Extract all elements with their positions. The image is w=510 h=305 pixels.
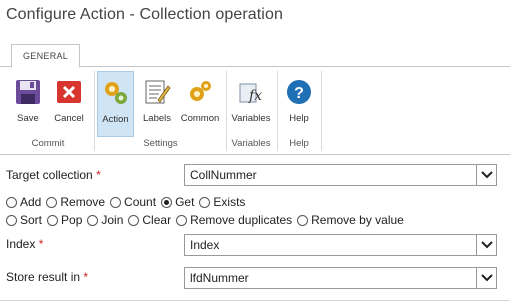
radio-remove[interactable]: Remove bbox=[46, 195, 105, 209]
help-label: Help bbox=[289, 113, 309, 124]
target-collection-value: CollNummer bbox=[190, 168, 257, 182]
store-result-label-text: Store result in bbox=[6, 270, 81, 284]
radio-label: Exists bbox=[213, 195, 246, 209]
group-divider bbox=[94, 71, 95, 151]
index-label: Index * bbox=[6, 237, 43, 251]
tab-general[interactable]: GENERAL bbox=[11, 44, 81, 68]
variables-label: Variables bbox=[231, 113, 271, 124]
radio-remove-by-value[interactable]: Remove by value bbox=[297, 213, 404, 227]
save-icon bbox=[13, 77, 43, 107]
radio-label: Sort bbox=[20, 213, 43, 227]
help-icon: ? bbox=[284, 77, 314, 107]
cancel-button[interactable]: Cancel bbox=[50, 71, 88, 137]
common-label: Common bbox=[180, 113, 220, 124]
target-collection-label-text: Target collection bbox=[6, 168, 93, 182]
store-result-label: Store result in * bbox=[6, 270, 88, 284]
index-label-text: Index bbox=[6, 237, 36, 251]
radio-dot bbox=[297, 214, 309, 226]
ribbon: Save Cancel Commit Action Labels Common … bbox=[0, 67, 510, 155]
radio-exists[interactable]: Exists bbox=[199, 195, 245, 209]
radio-label: Add bbox=[20, 195, 42, 209]
radio-label: Clear bbox=[142, 213, 172, 227]
index-value: Index bbox=[190, 238, 220, 252]
group-divider bbox=[226, 71, 227, 151]
svg-text:?: ? bbox=[294, 85, 304, 102]
divider bbox=[0, 300, 510, 301]
store-result-select[interactable]: lfdNummer bbox=[184, 267, 497, 289]
cancel-label: Cancel bbox=[54, 113, 84, 124]
required-mark: * bbox=[38, 237, 44, 251]
radio-label: Pop bbox=[61, 213, 83, 227]
target-collection-label: Target collection * bbox=[6, 168, 101, 182]
radio-dot bbox=[110, 196, 122, 208]
action-label: Action bbox=[102, 114, 129, 125]
labels-button[interactable]: Labels bbox=[139, 71, 175, 137]
svg-text:fx: fx bbox=[248, 88, 262, 104]
chevron-down-icon[interactable] bbox=[476, 268, 496, 288]
group-label-variables: Variables bbox=[231, 138, 271, 149]
radio-dot bbox=[128, 214, 140, 226]
group-label-help: Help bbox=[289, 138, 309, 149]
target-collection-select[interactable]: CollNummer bbox=[184, 164, 497, 186]
cancel-icon bbox=[54, 77, 84, 107]
radio-add[interactable]: Add bbox=[6, 195, 41, 209]
radio-dot bbox=[6, 214, 17, 226]
common-gears-icon bbox=[185, 77, 215, 107]
radio-dot bbox=[87, 214, 99, 226]
save-button[interactable]: Save bbox=[10, 71, 46, 137]
index-select[interactable]: Index bbox=[184, 234, 497, 256]
group-divider bbox=[321, 71, 322, 151]
operation-radio-group-row2: Sort Pop Join Clear Remove duplicates Re… bbox=[6, 213, 409, 227]
chevron-down-icon[interactable] bbox=[476, 235, 496, 255]
radio-clear[interactable]: Clear bbox=[128, 213, 171, 227]
radio-dot bbox=[6, 196, 17, 208]
tab-bar: GENERAL bbox=[0, 40, 510, 68]
group-label-commit: Commit bbox=[31, 138, 65, 149]
radio-dot bbox=[47, 214, 59, 226]
radio-count[interactable]: Count bbox=[110, 195, 156, 209]
radio-dot bbox=[176, 214, 188, 226]
help-button[interactable]: ? Help bbox=[281, 71, 317, 137]
labels-icon bbox=[142, 77, 172, 107]
common-button[interactable]: Common bbox=[178, 71, 222, 137]
save-label: Save bbox=[17, 113, 39, 124]
operation-radio-group-row1: Add Remove Count Get Exists bbox=[6, 195, 250, 209]
variables-fx-icon: fx bbox=[236, 77, 266, 107]
radio-dot-selected bbox=[161, 196, 173, 208]
group-divider bbox=[277, 71, 278, 151]
radio-dot bbox=[199, 196, 211, 208]
radio-pop[interactable]: Pop bbox=[47, 213, 82, 227]
chevron-down-icon[interactable] bbox=[476, 165, 496, 185]
radio-dot bbox=[46, 196, 58, 208]
variables-button[interactable]: fx Variables bbox=[229, 71, 273, 137]
radio-label: Join bbox=[101, 213, 124, 227]
dialog-title: Configure Action - Collection operation bbox=[6, 6, 283, 23]
required-mark: * bbox=[96, 168, 101, 182]
radio-remove-duplicates[interactable]: Remove duplicates bbox=[176, 213, 292, 227]
radio-join[interactable]: Join bbox=[87, 213, 123, 227]
radio-label: Get bbox=[175, 195, 195, 209]
required-mark: * bbox=[83, 270, 89, 284]
action-gears-icon bbox=[101, 78, 131, 108]
radio-label: Remove by value bbox=[311, 213, 404, 227]
radio-label: Remove bbox=[60, 195, 106, 209]
radio-get[interactable]: Get bbox=[161, 195, 194, 209]
labels-label: Labels bbox=[143, 113, 171, 124]
radio-label: Remove duplicates bbox=[190, 213, 293, 227]
store-result-value: lfdNummer bbox=[190, 271, 249, 285]
radio-label: Count bbox=[124, 195, 157, 209]
radio-sort[interactable]: Sort bbox=[6, 213, 42, 227]
action-button[interactable]: Action bbox=[97, 71, 134, 137]
group-label-settings: Settings bbox=[143, 138, 178, 149]
